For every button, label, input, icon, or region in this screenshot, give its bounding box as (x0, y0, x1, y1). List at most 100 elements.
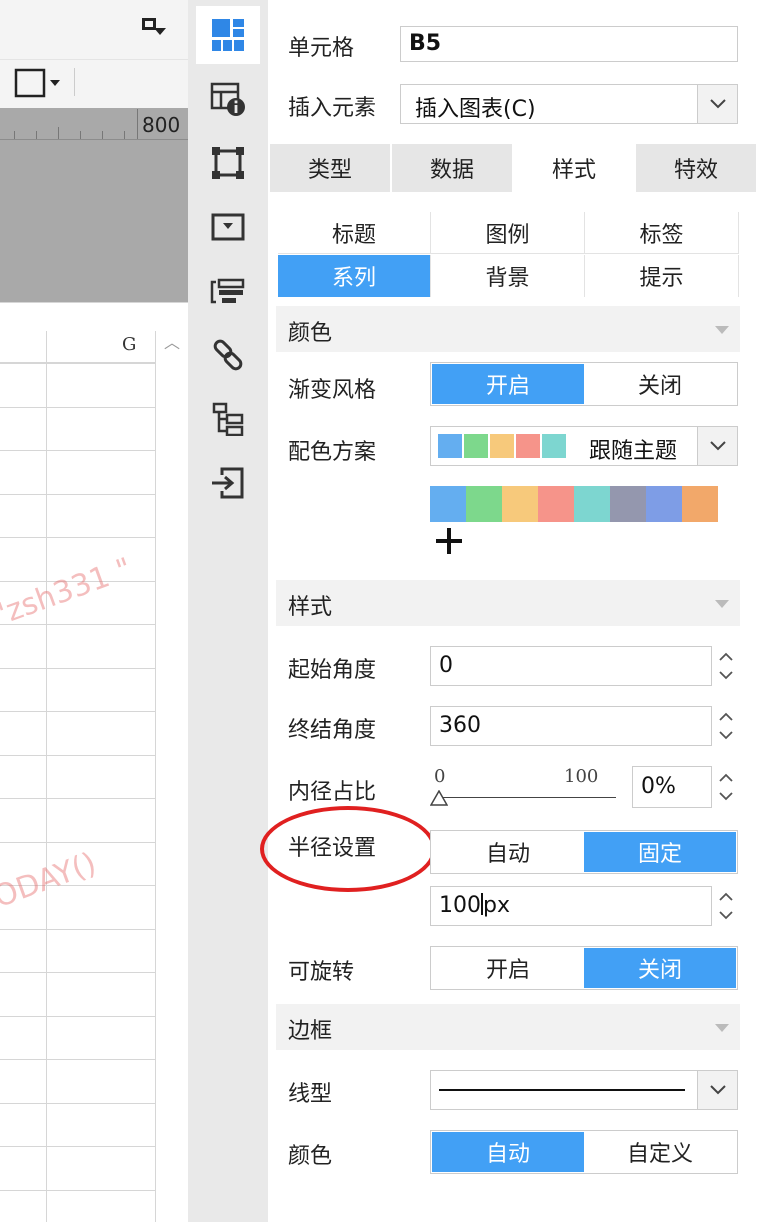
gradient-off-option[interactable]: 关闭 (584, 364, 736, 404)
cell-label: 单元格 (288, 36, 355, 61)
cell-layout-button[interactable] (196, 6, 260, 64)
chevron-down-icon[interactable] (697, 85, 737, 123)
tab-effects[interactable]: 特效 (636, 144, 756, 192)
rotatable-on-option[interactable]: 开启 (432, 948, 584, 988)
color-swatch[interactable] (646, 486, 682, 522)
grid-row-line (0, 929, 155, 930)
column-label-g[interactable]: G (122, 334, 136, 355)
widget-button[interactable] (196, 198, 260, 256)
link-icon (213, 339, 243, 371)
border-color-auto-option[interactable]: 自动 (432, 1132, 584, 1172)
border-color-custom-option[interactable]: 自定义 (584, 1132, 736, 1172)
color-swatch[interactable] (538, 486, 574, 522)
grid-row-line (0, 1103, 155, 1104)
end-angle-value: 360 (439, 713, 481, 738)
border-dropdown-icon[interactable] (14, 68, 62, 104)
section-color-header[interactable]: 颜色 (276, 306, 740, 352)
column-header: G (0, 331, 155, 363)
subtab-tooltip[interactable]: 提示 (585, 255, 739, 297)
grid-layout-icon (212, 19, 244, 51)
subtab-background[interactable]: 背景 (431, 255, 585, 297)
add-color-icon[interactable] (434, 526, 464, 560)
spreadsheet-area: 800 G ︿ "zsh331 " ODAY() (0, 0, 188, 1222)
radius-value-spinner[interactable] (714, 886, 738, 926)
inner-ratio-input[interactable]: 0% (632, 766, 712, 808)
ruler-tick (36, 131, 37, 139)
tab-style[interactable]: 样式 (514, 144, 634, 192)
inner-ratio-spinner[interactable] (714, 766, 738, 808)
watermark-text: "zsh331 " (0, 551, 137, 634)
collapse-triangle-icon (714, 320, 730, 339)
start-angle-input[interactable]: 0 (430, 646, 712, 686)
scheme-preview-swatch (490, 434, 514, 458)
list-format-icon (210, 278, 245, 304)
insert-element-select[interactable]: 插入图表(C) (400, 84, 738, 124)
rotatable-label: 可旋转 (288, 960, 355, 985)
color-swatch[interactable] (430, 486, 466, 522)
collapse-triangle-icon (714, 594, 730, 613)
subtab-label[interactable]: 标签 (585, 212, 739, 254)
radius-fixed-option[interactable]: 固定 (584, 832, 736, 872)
end-angle-input[interactable]: 360 (430, 706, 712, 746)
gradient-on-option[interactable]: 开启 (432, 364, 584, 404)
grid-row-line (0, 537, 155, 538)
chevron-down-icon[interactable] (697, 427, 737, 465)
grid-row-line (0, 407, 155, 408)
tab-data[interactable]: 数据 (392, 144, 512, 192)
section-title: 样式 (288, 595, 333, 620)
scheme-preview-swatch (516, 434, 540, 458)
toolbar-row-1 (0, 0, 188, 60)
app-window: 800 G ︿ "zsh331 " ODAY() 单元格 B5 插入元素 插入图… (0, 0, 758, 1222)
cell-input[interactable]: B5 (400, 26, 738, 62)
chevron-down-icon[interactable] (697, 1071, 737, 1109)
border-color-label: 颜色 (288, 1144, 333, 1169)
line-type-select[interactable] (430, 1070, 738, 1110)
color-scheme-value: 跟随主题 (589, 439, 678, 464)
subtab-title[interactable]: 标题 (278, 212, 431, 254)
grid-row-line (0, 755, 155, 756)
hyperlink-button[interactable] (196, 326, 260, 384)
section-title: 边框 (288, 1019, 333, 1044)
slider-min-label: 0 (434, 766, 446, 787)
start-angle-spinner[interactable] (714, 646, 738, 686)
ruler: 800 (0, 108, 188, 140)
tab-type[interactable]: 类型 (270, 144, 390, 192)
grid-row-line (0, 1059, 155, 1060)
canvas-gray-area (0, 140, 188, 302)
color-swatch[interactable] (610, 486, 646, 522)
border-button[interactable] (196, 134, 260, 192)
ruler-tick (14, 131, 15, 139)
color-swatch[interactable] (682, 486, 718, 522)
cell-attribute-button[interactable] (196, 70, 260, 128)
solid-line-preview (439, 1089, 685, 1091)
end-angle-spinner[interactable] (714, 706, 738, 746)
color-swatch[interactable] (574, 486, 610, 522)
scroll-up-icon[interactable]: ︿ (156, 331, 188, 359)
color-swatch[interactable] (502, 486, 538, 522)
rotatable-off-option[interactable]: 关闭 (584, 948, 736, 988)
watermark-text: ODAY() (0, 845, 101, 916)
end-angle-label: 终结角度 (288, 718, 377, 743)
scheme-preview-swatch (542, 434, 566, 458)
property-panel: 单元格 B5 插入元素 插入图表(C) 类型 数据 样式 特效 标题 图例 标签… (260, 0, 758, 1222)
tree-button[interactable] (196, 390, 260, 448)
slider-max-label: 100 (564, 766, 599, 787)
table-info-icon (210, 82, 245, 116)
color-swatch[interactable] (466, 486, 502, 522)
section-style-header[interactable]: 样式 (276, 580, 740, 626)
radius-auto-option[interactable]: 自动 (432, 832, 584, 872)
subtab-legend[interactable]: 图例 (431, 212, 585, 254)
color-scheme-label: 配色方案 (288, 440, 377, 465)
format-painter-icon[interactable] (142, 16, 168, 44)
radius-value: 100px (439, 893, 510, 918)
import-button[interactable] (196, 454, 260, 512)
subtab-series[interactable]: 系列 (278, 255, 431, 297)
inner-ratio-slider-track[interactable] (438, 797, 616, 798)
slider-handle-icon[interactable] (429, 789, 449, 810)
collapse-triangle-icon (714, 1018, 730, 1037)
radius-value-input[interactable]: 100px (430, 886, 712, 926)
condition-button[interactable] (196, 262, 260, 320)
grid-row-line (0, 1016, 155, 1017)
section-border-header[interactable]: 边框 (276, 1004, 740, 1050)
grid-column-line (155, 331, 156, 1222)
